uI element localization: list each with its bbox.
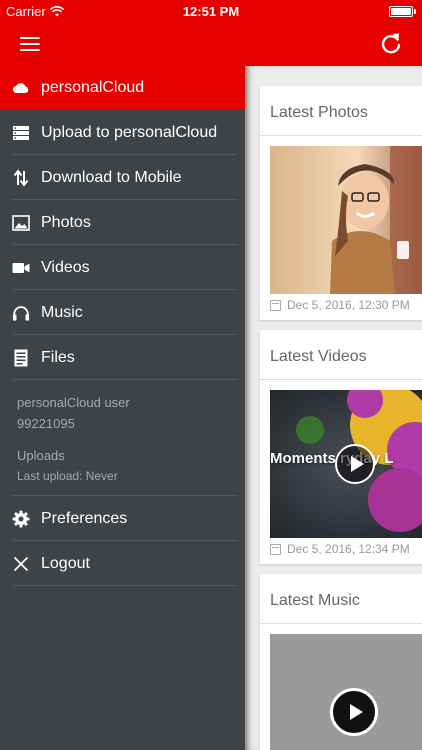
latest-videos-card[interactable]: Latest Videos Moments ryday L Dec 5, 201… <box>260 330 422 564</box>
photo-date-text: Dec 5, 2016, 12:30 PM <box>287 298 410 312</box>
video-thumbnail[interactable]: Moments ryday L <box>270 390 422 538</box>
card-title: Latest Videos <box>260 330 422 380</box>
app-bar <box>0 22 422 66</box>
card-title: Latest Music <box>260 574 422 624</box>
sidebar-item-upload[interactable]: Upload to personalCloud <box>0 110 245 155</box>
user-phone: 99221095 <box>17 416 75 431</box>
last-upload-text: Last upload: Never <box>17 469 118 483</box>
sidebar-item-logout[interactable]: Logout <box>0 541 245 586</box>
calendar-icon <box>270 543 281 555</box>
drawer-item-personalcloud[interactable]: personalCloud <box>0 66 245 110</box>
sidebar-item-download[interactable]: Download to Mobile <box>0 155 245 200</box>
status-bar: Carrier 12:51 PM <box>0 0 422 22</box>
sidebar-item-label: Files <box>41 348 75 366</box>
main-content: Latest Photos Dec 5, 2016, 12:30 PM Late… <box>245 66 422 750</box>
user-name: personalCloud user <box>17 395 130 410</box>
sidebar-item-label: Music <box>41 303 83 321</box>
sidebar-item-photos[interactable]: Photos <box>0 200 245 245</box>
gear-icon <box>12 510 30 528</box>
sidebar-item-preferences[interactable]: Preferences <box>0 496 245 541</box>
sidebar-item-label: Photos <box>41 213 91 231</box>
storage-upload-icon <box>12 124 30 142</box>
battery-icon <box>389 5 416 17</box>
sidebar-item-videos[interactable]: Videos <box>0 245 245 290</box>
photo-date: Dec 5, 2016, 12:30 PM <box>270 298 410 312</box>
drawer-header-label: personalCloud <box>41 79 145 96</box>
card-title: Latest Photos <box>260 86 422 136</box>
calendar-icon <box>270 299 281 311</box>
sidebar-item-label: Download to Mobile <box>41 168 182 186</box>
video-date: Dec 5, 2016, 12:34 PM <box>270 542 410 556</box>
wifi-icon <box>49 5 64 16</box>
latest-music-card[interactable]: Latest Music <box>260 574 422 750</box>
sidebar-item-music[interactable]: Music <box>0 290 245 335</box>
up-down-arrows-icon <box>12 168 30 187</box>
cloud-icon <box>12 83 29 94</box>
music-thumbnail[interactable] <box>270 634 422 750</box>
uploads-label: Uploads <box>17 448 65 463</box>
sidebar-item-label: Videos <box>41 258 90 276</box>
hamburger-icon[interactable] <box>20 34 40 54</box>
video-date-text: Dec 5, 2016, 12:34 PM <box>287 542 410 556</box>
sidebar-item-label: Preferences <box>41 509 128 527</box>
carrier-indicator: Carrier <box>6 4 64 19</box>
refresh-icon[interactable] <box>378 31 404 57</box>
document-icon <box>12 349 30 367</box>
photo-thumbnail[interactable] <box>270 146 422 294</box>
sidebar-item-files[interactable]: Files <box>0 335 245 380</box>
user-info: personalCloud user 99221095 Uploads Last… <box>0 380 245 487</box>
video-camera-icon <box>12 259 30 277</box>
sidebar-item-label: Upload to personalCloud <box>41 123 218 141</box>
play-icon[interactable] <box>330 688 378 736</box>
sidebar-item-label: Logout <box>41 554 90 572</box>
navigation-drawer: personalCloud Upload to personalCloud Do… <box>0 66 245 750</box>
latest-photos-card[interactable]: Latest Photos Dec 5, 2016, 12:30 PM <box>260 86 422 320</box>
image-icon <box>12 214 30 232</box>
play-icon[interactable] <box>335 444 375 484</box>
close-icon <box>12 555 30 573</box>
carrier-label: Carrier <box>6 3 46 19</box>
headphones-icon <box>12 304 30 322</box>
